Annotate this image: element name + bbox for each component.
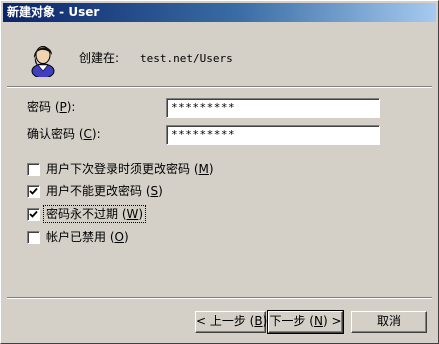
checkbox[interactable] <box>27 162 40 176</box>
cancel-button[interactable]: 取消 <box>351 311 427 333</box>
confirm-password-label: 确认密码 (C): <box>27 127 101 141</box>
option-account-disabled[interactable]: 帐户已禁用 (O) <box>27 228 131 246</box>
dialog-window: 新建对象 - User 创建在: test.net/Users 密码 (P): … <box>0 0 439 344</box>
checkbox-label: 密码永不过期 (W) <box>42 205 147 223</box>
next-button[interactable]: 下一步 (N) > <box>267 310 344 334</box>
separator-top <box>7 86 432 88</box>
checkbox-label: 用户不能更改密码 (S) <box>46 184 163 198</box>
container-path: test.net/Users <box>140 52 233 65</box>
title-bar[interactable]: 新建对象 - User <box>3 3 436 22</box>
checkbox-label: 用户下次登录时须更改密码 (M) <box>46 162 214 176</box>
back-button[interactable]: < 上一步 (B) <box>195 311 267 333</box>
checkbox[interactable] <box>27 207 40 221</box>
checkbox[interactable] <box>27 184 40 198</box>
password-label: 密码 (P): <box>27 100 76 114</box>
checkmark-icon <box>29 187 38 195</box>
password-input[interactable]: ********* <box>166 98 380 118</box>
option-password-never-expires[interactable]: 密码永不过期 (W) <box>27 205 147 223</box>
user-icon <box>31 46 55 77</box>
create-in-label: 创建在: <box>79 51 120 65</box>
checkbox-label: 帐户已禁用 (O) <box>46 230 129 244</box>
separator-bottom <box>7 297 432 299</box>
confirm-password-input[interactable]: ********* <box>166 125 380 145</box>
window-title: 新建对象 - User <box>7 5 100 19</box>
checkmark-icon <box>29 210 38 218</box>
option-change-at-next-logon[interactable]: 用户下次登录时须更改密码 (M) <box>27 160 216 178</box>
option-cannot-change-password[interactable]: 用户不能更改密码 (S) <box>27 182 165 200</box>
checkbox[interactable] <box>27 230 40 244</box>
